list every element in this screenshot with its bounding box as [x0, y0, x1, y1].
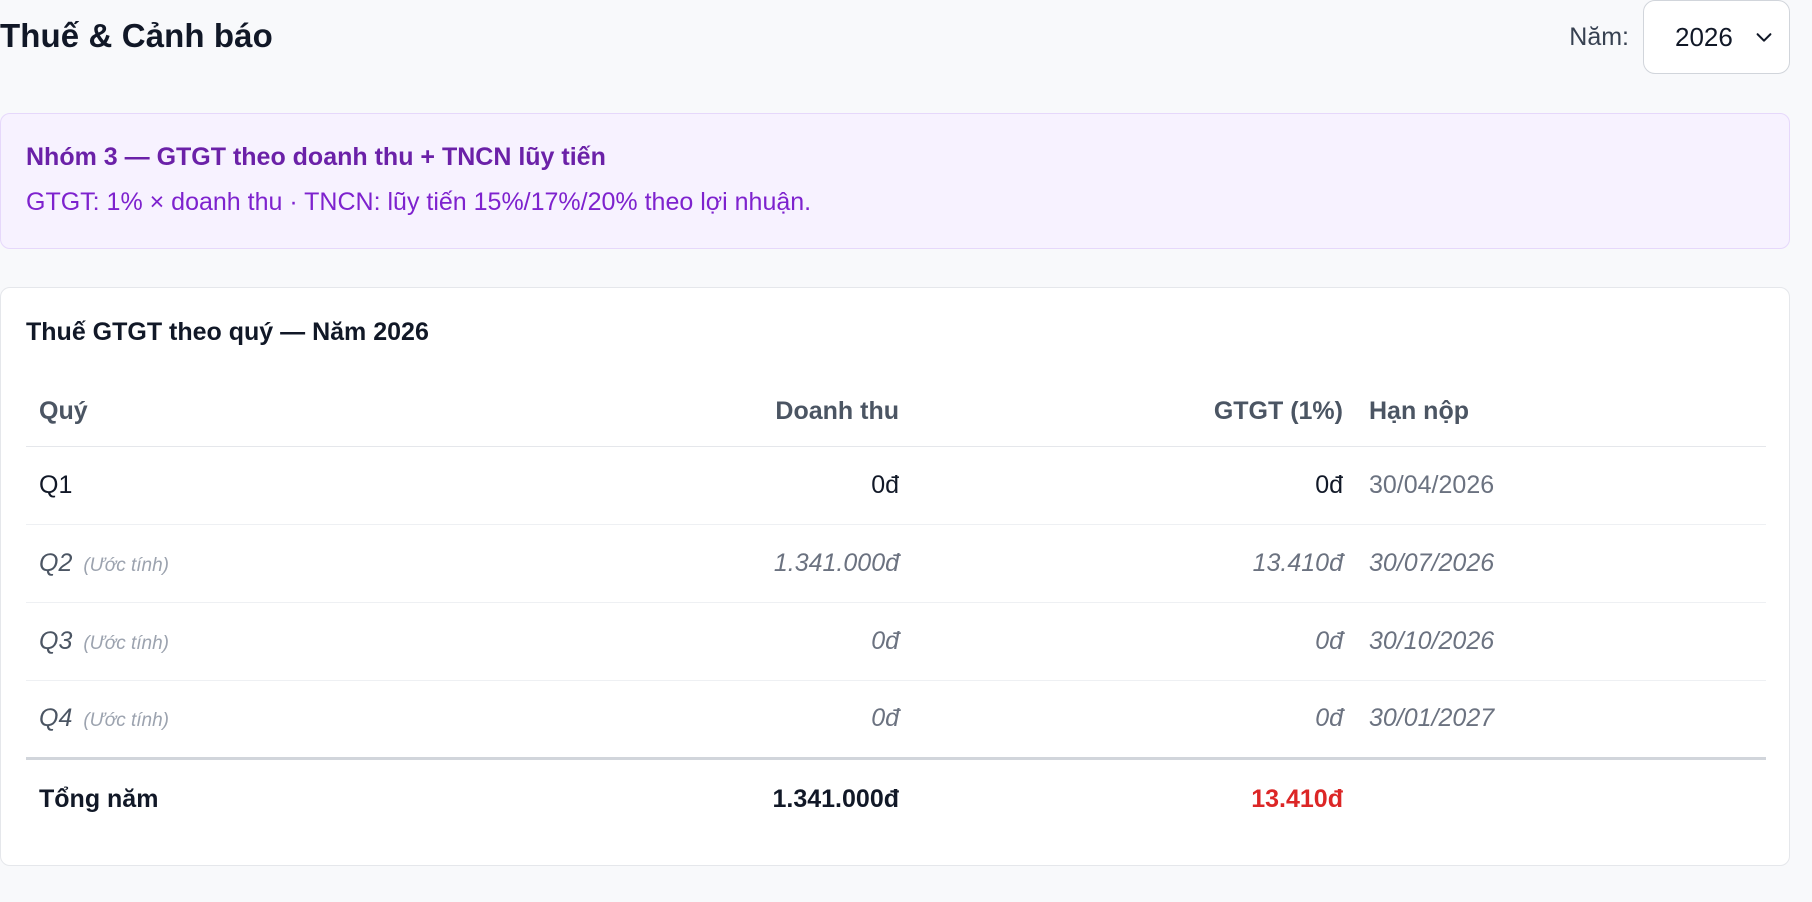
due-date-cell: 30/01/2027: [1356, 680, 1766, 759]
table-row: Q3 (Ước tính) 0đ 0đ 30/10/2026: [26, 602, 1766, 681]
total-row: Tổng năm 1.341.000đ 13.410đ: [26, 756, 1766, 840]
column-header-due: Hạn nộp: [1356, 378, 1766, 447]
year-picker: Năm: 2026: [1569, 0, 1790, 74]
quarter-cell: Q1: [26, 446, 340, 525]
total-vat: 13.410đ: [912, 756, 1356, 840]
column-header-quarter: Quý: [26, 378, 340, 447]
vat-cell: 0đ: [912, 680, 1356, 759]
vat-table: Quý Doanh thu GTGT (1%) Hạn nộp Q1 0đ 0đ…: [26, 378, 1766, 840]
revenue-cell: 0đ: [340, 446, 912, 525]
quarter-cell: Q3 (Ước tính): [26, 602, 340, 681]
column-header-vat: GTGT (1%): [912, 378, 1356, 447]
total-label: Tổng năm: [26, 756, 340, 840]
page-header: Thuế & Cảnh báo Năm: 2026: [0, 0, 1790, 74]
table-row: Q2 (Ước tính) 1.341.000đ 13.410đ 30/07/2…: [26, 524, 1766, 603]
quarter-label: Q4: [39, 704, 73, 732]
revenue-cell: 0đ: [340, 680, 912, 759]
vat-cell: 0đ: [912, 446, 1356, 525]
table-header-row: Quý Doanh thu GTGT (1%) Hạn nộp: [26, 378, 1766, 447]
column-header-revenue: Doanh thu: [340, 378, 912, 447]
revenue-cell: 1.341.000đ: [340, 524, 912, 603]
banner-description: GTGT: 1% × doanh thu · TNCN: lũy tiến 15…: [26, 188, 812, 216]
estimate-tag: (Ước tính): [83, 632, 169, 654]
quarter-label: Q3: [39, 626, 73, 655]
quarter-cell: Q2 (Ước tính): [26, 524, 340, 603]
vat-quarterly-card: Thuế GTGT theo quý — Năm 2026 Quý Doanh …: [0, 287, 1790, 866]
year-label: Năm:: [1569, 22, 1629, 51]
banner-title: Nhóm 3 — GTGT theo doanh thu + TNCN lũy …: [26, 143, 606, 171]
tax-alerts-page: Thuế & Cảnh báo Năm: 2026 Nhóm 3 — GTGT …: [0, 0, 1812, 902]
total-revenue: 1.341.000đ: [340, 756, 912, 840]
quarter-cell: Q4 (Ước tính): [26, 680, 340, 759]
estimate-tag: (Ước tính): [83, 554, 169, 576]
year-select-value: 2026: [1675, 21, 1733, 52]
due-date-cell: 30/07/2026: [1356, 524, 1766, 603]
quarter-label: Q1: [39, 470, 73, 499]
table-row: Q1 0đ 0đ 30/04/2026: [26, 446, 1766, 525]
card-title: Thuế GTGT theo quý — Năm 2026: [26, 318, 429, 346]
total-due-empty: [1356, 756, 1766, 840]
due-date-cell: 30/10/2026: [1356, 602, 1766, 681]
vat-cell: 13.410đ: [912, 524, 1356, 603]
vat-cell: 0đ: [912, 602, 1356, 681]
tax-group-banner: Nhóm 3 — GTGT theo doanh thu + TNCN lũy …: [0, 113, 1790, 249]
due-date-cell: 30/04/2026: [1356, 446, 1766, 525]
revenue-cell: 0đ: [340, 602, 912, 681]
estimate-tag: (Ước tính): [83, 710, 169, 731]
page-title: Thuế & Cảnh báo: [0, 17, 273, 54]
chevron-down-icon: [1756, 33, 1772, 42]
quarter-label: Q2: [39, 548, 73, 577]
table-row: Q4 (Ước tính) 0đ 0đ 30/01/2027: [26, 680, 1766, 759]
year-select[interactable]: 2026: [1643, 0, 1790, 74]
